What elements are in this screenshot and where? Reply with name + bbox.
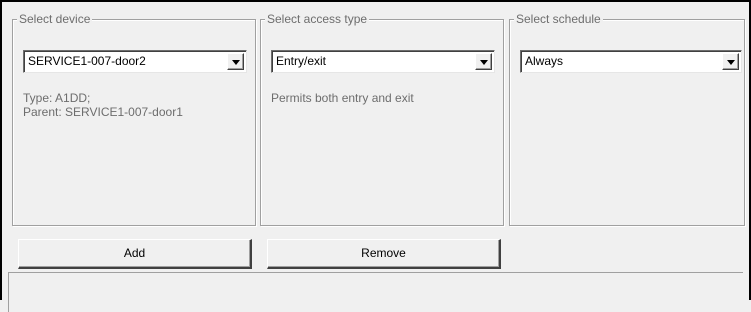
device-parent-text: Parent: SERVICE1-007-door1	[23, 105, 183, 119]
chevron-down-icon	[727, 60, 735, 65]
schedule-combobox-value: Always	[525, 54, 564, 68]
access-rule-panel: Select device SERVICE1-007-door2 Type: A…	[0, 0, 751, 312]
chevron-down-icon	[480, 60, 488, 65]
access-type-combobox[interactable]: Entry/exit	[271, 50, 495, 73]
chevron-down-icon	[232, 60, 240, 65]
access-type-dropdown-button[interactable]	[475, 53, 492, 70]
select-device-legend: Select device	[17, 11, 93, 27]
access-type-description: Permits both entry and exit	[271, 91, 414, 105]
assignments-list-edge	[8, 272, 743, 312]
access-type-combobox-value: Entry/exit	[276, 54, 327, 68]
select-schedule-group: Select schedule Always	[509, 11, 745, 226]
device-dropdown-button[interactable]	[227, 53, 244, 70]
device-combobox-value: SERVICE1-007-door2	[28, 54, 146, 68]
add-button[interactable]: Add	[18, 239, 252, 269]
select-schedule-legend: Select schedule	[514, 11, 603, 27]
device-combobox[interactable]: SERVICE1-007-door2	[23, 50, 247, 73]
schedule-dropdown-button[interactable]	[722, 53, 739, 70]
remove-button[interactable]: Remove	[267, 239, 501, 269]
select-access-type-group: Select access type Entry/exit Permits bo…	[260, 11, 504, 226]
select-device-group: Select device SERVICE1-007-door2 Type: A…	[12, 11, 256, 226]
select-access-type-legend: Select access type	[265, 11, 370, 27]
schedule-combobox[interactable]: Always	[520, 50, 742, 73]
device-type-text: Type: A1DD;	[23, 91, 91, 105]
